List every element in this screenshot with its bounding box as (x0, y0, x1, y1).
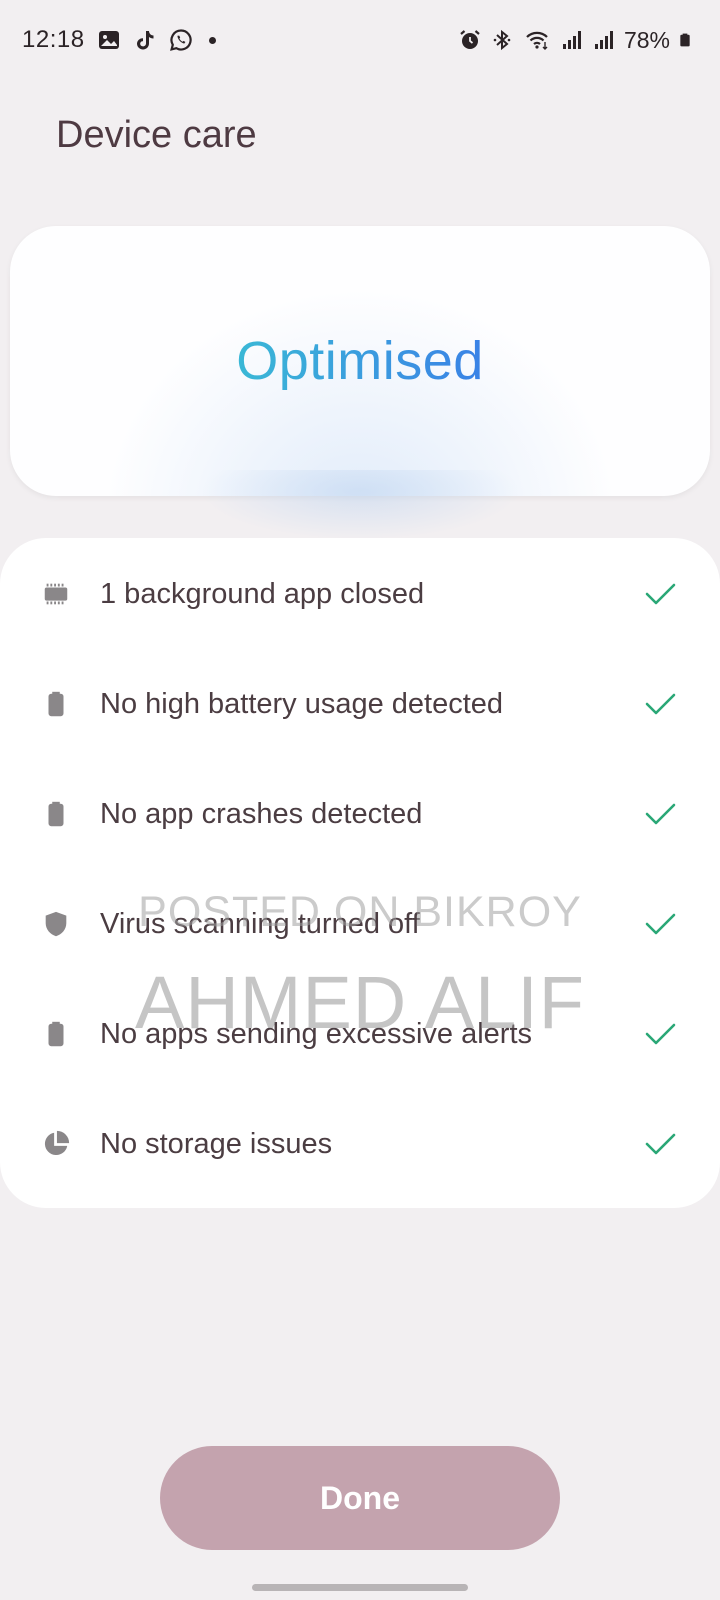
checkmark-icon (645, 1023, 676, 1045)
battery-icon (40, 798, 72, 830)
done-button[interactable]: Done (160, 1446, 560, 1550)
checks-list: 1 background app closed No high battery … (0, 538, 720, 1208)
signal-icon (594, 31, 613, 49)
checkmark-icon (645, 803, 676, 825)
status-time: 12:18 (22, 26, 85, 53)
check-label: No app crashes detected (100, 797, 423, 830)
status-bar-right: 78% (458, 27, 692, 54)
check-row-app-crashes: No app crashes detected (0, 758, 720, 870)
check-label: 1 background app closed (100, 577, 425, 610)
shield-icon (40, 908, 72, 940)
check-row-virus-scanning: Virus scanning turned off (0, 868, 720, 980)
battery-icon (40, 1018, 72, 1050)
checkmark-icon (645, 583, 676, 605)
gallery-icon (98, 31, 119, 49)
checkmark-icon (645, 1133, 676, 1155)
check-label: No apps sending excessive alerts (100, 1017, 533, 1050)
battery-icon (40, 688, 72, 720)
checkmark-icon (645, 913, 676, 935)
status-bar: 12:18 78% (0, 0, 720, 80)
whatsapp-icon (169, 29, 192, 51)
wifi-icon (526, 31, 548, 50)
status-card-glow (200, 470, 520, 540)
check-label: No high battery usage detected (100, 687, 504, 720)
notification-dot (208, 36, 216, 44)
optimisation-status-text: Optimised (236, 331, 484, 391)
check-label: Virus scanning turned off (100, 907, 420, 940)
battery-percent: 78% (623, 26, 670, 53)
tiktok-icon (136, 31, 154, 50)
checkmark-icon (645, 693, 676, 715)
check-row-background-apps: 1 background app closed (0, 538, 720, 650)
check-row-excessive-alerts: No apps sending excessive alerts (0, 978, 720, 1090)
check-row-battery-usage: No high battery usage detected (0, 648, 720, 760)
check-row-storage: No storage issues (0, 1088, 720, 1200)
home-indicator[interactable] (252, 1584, 468, 1591)
bluetooth-icon (493, 29, 511, 51)
status-bar-left: 12:18 (22, 26, 216, 54)
battery-icon (680, 33, 690, 47)
check-label: No storage issues (100, 1127, 333, 1160)
optimisation-status-card: Optimised (10, 226, 710, 496)
alarm-icon (460, 30, 480, 49)
storage-pie-icon (40, 1128, 72, 1160)
device-care-screen: 12:18 78% Device care Optimised 1 backgr… (0, 0, 720, 1600)
memory-chip-icon (40, 578, 72, 610)
page-title: Device care (56, 114, 257, 156)
signal-icon (562, 31, 581, 49)
